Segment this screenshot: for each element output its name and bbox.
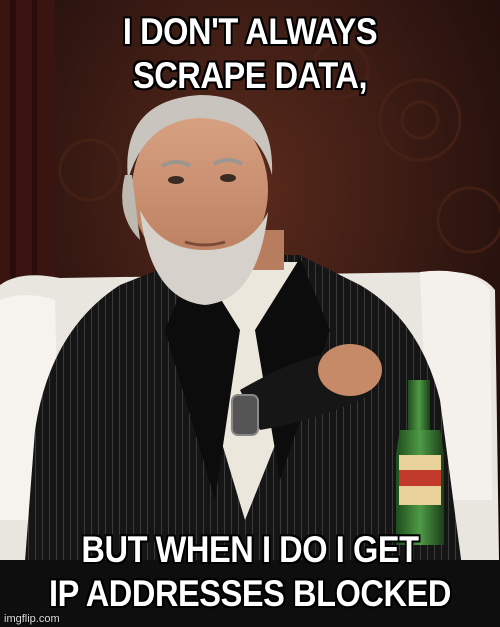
watermark: imgflip.com [4, 613, 60, 625]
bottom-caption-line-1: BUT WHEN I DO I GET [81, 528, 420, 571]
meme-image: I DON'T ALWAYS SCRAPE DATA, BUT WHEN I D… [0, 0, 500, 627]
top-caption-line-2: SCRAPE DATA, [132, 54, 368, 97]
top-caption: I DON'T ALWAYS SCRAPE DATA, [30, 10, 470, 98]
top-caption-line-1: I DON'T ALWAYS [122, 10, 378, 53]
watch [231, 394, 259, 436]
fist [318, 344, 382, 396]
bottom-caption: BUT WHEN I DO I GET IP ADDRESSES BLOCKED [30, 528, 470, 616]
bottom-caption-line-2: IP ADDRESSES BLOCKED [48, 572, 452, 615]
